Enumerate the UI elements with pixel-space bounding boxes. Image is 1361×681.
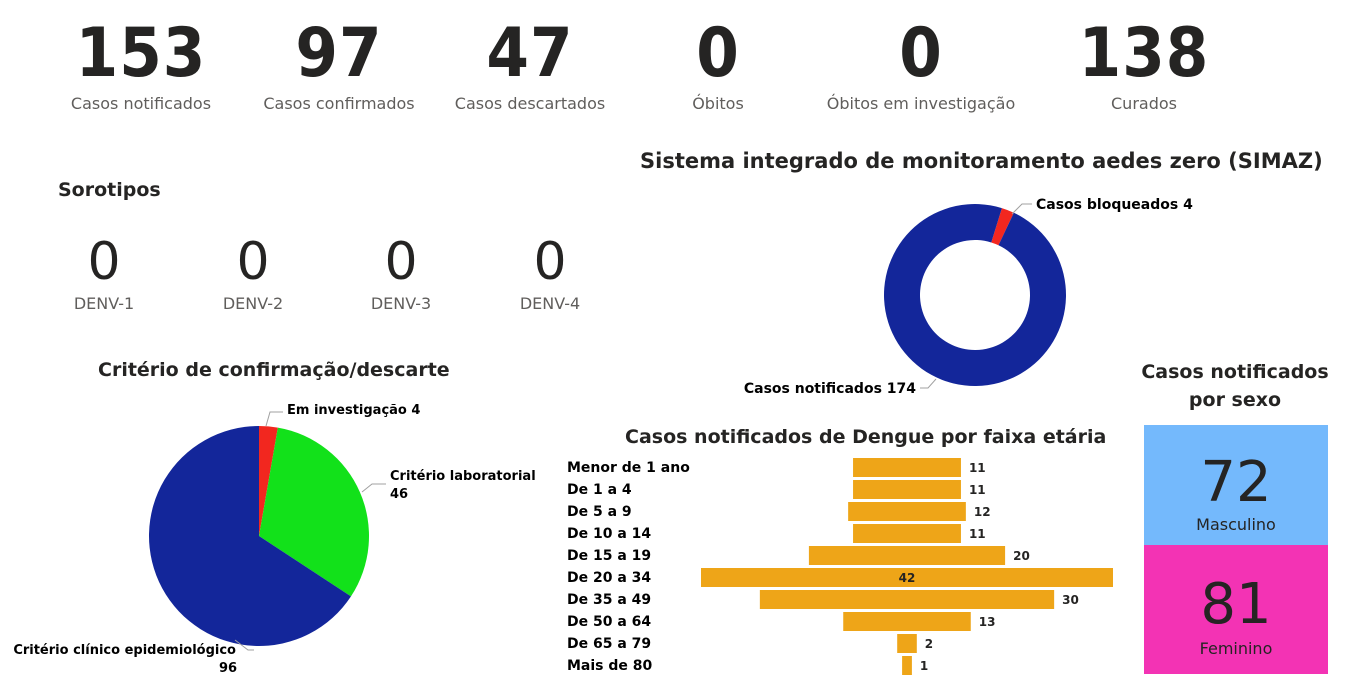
kpi-casos-confirmados: 97 Casos confirmados xyxy=(244,14,434,114)
bar-value-label: 1 xyxy=(920,659,928,673)
sorotipo-value: 0 xyxy=(87,232,121,292)
bar-de-10-a-14[interactable] xyxy=(853,524,961,543)
kpi-label: Casos notificados xyxy=(70,94,212,113)
simaz-chart-title: Sistema integrado de monitoramento aedes… xyxy=(640,149,1323,173)
sorotipo-label: DENV-4 xyxy=(519,294,581,313)
bar-value-label: 11 xyxy=(969,461,986,475)
sexo-title-line1: Casos notificados xyxy=(1141,361,1329,383)
bar-category-label: De 5 a 9 xyxy=(567,504,632,520)
sorotipo-label: DENV-1 xyxy=(73,294,135,313)
bar-mais-de-80[interactable] xyxy=(902,656,912,675)
pie-leader-line xyxy=(361,483,386,493)
sorotipo-value: 0 xyxy=(533,232,567,292)
kpi-casos-descartados: 47 Casos descartados xyxy=(435,14,625,114)
pie-data-label: Critério laboratorial xyxy=(390,469,536,484)
donut-data-label: Casos notificados 174 xyxy=(744,381,916,397)
kpi-label: Casos confirmados xyxy=(263,94,415,113)
donut-data-label: Casos bloqueados 4 xyxy=(1036,197,1193,213)
kpi-obitos: 0 Óbitos xyxy=(623,14,813,114)
faixa-etaria-bar-chart: Menor de 1 ano 11De 1 a 4 11De 5 a 9 12De 1… xyxy=(567,458,1113,675)
bar-de-5-a-9[interactable] xyxy=(848,502,966,521)
bar-category-label: De 50 a 64 xyxy=(567,614,651,630)
donut-leader-line xyxy=(1011,203,1032,215)
bar-value-label: 2 xyxy=(925,637,933,651)
donut-slice-casos-notificados[interactable] xyxy=(884,204,1066,386)
sorotipos-title: Sorotipos xyxy=(58,179,161,201)
masculino-value: 72 xyxy=(1200,450,1272,515)
bar-value-label: 11 xyxy=(969,483,986,497)
pie-data-label: 46 xyxy=(390,487,408,502)
bar-category-label: De 20 a 34 xyxy=(567,570,651,586)
sorotipo-denv-4: 0 DENV-4 xyxy=(490,232,610,316)
kpi-obitos-investigacao: 0 Óbitos em investigação xyxy=(811,14,1031,114)
kpi-value: 97 xyxy=(295,14,383,93)
sorotipo-value: 0 xyxy=(384,232,418,292)
kpi-value: 47 xyxy=(486,14,574,93)
kpi-value: 138 xyxy=(1078,14,1210,93)
kpi-value: 0 xyxy=(899,14,943,93)
bar-category-label: Mais de 80 xyxy=(567,658,653,674)
sexo-feminino-card: 81 Feminino xyxy=(1144,545,1328,674)
pie-data-label: Critério clínico epidemiológico xyxy=(13,643,236,658)
bar-de-1-a-4[interactable] xyxy=(853,480,961,499)
bar-category-label: De 35 a 49 xyxy=(567,592,651,608)
bar-de-15-a-19[interactable] xyxy=(808,546,1006,565)
feminino-value: 81 xyxy=(1200,572,1272,637)
bar-de-35-a-49[interactable] xyxy=(759,590,1055,609)
kpi-label: Casos descartados xyxy=(454,94,606,113)
pie-leader-line xyxy=(265,411,283,427)
kpi-curados: 138 Curados xyxy=(1049,14,1239,114)
pie-data-label: Em investigação 4 xyxy=(287,403,420,418)
bar-de-50-a-64[interactable] xyxy=(843,612,971,631)
bar-category-label: De 1 a 4 xyxy=(567,482,632,498)
sorotipo-label: DENV-3 xyxy=(370,294,432,313)
kpi-label: Óbitos xyxy=(692,94,744,113)
sorotipo-value: 0 xyxy=(236,232,270,292)
sorotipo-denv-2: 0 DENV-2 xyxy=(193,232,313,316)
bar-value-label: 11 xyxy=(969,527,986,541)
bar-value-label: 12 xyxy=(974,505,991,519)
bar-category-label: De 10 a 14 xyxy=(567,526,651,542)
bar-category-label: Menor de 1 ano xyxy=(567,460,690,476)
sexo-masculino-card: 72 Masculino xyxy=(1144,425,1328,545)
bar-category-label: De 65 a 79 xyxy=(567,636,651,652)
bar-category-label: De 15 a 19 xyxy=(567,548,651,564)
feminino-label: Feminino xyxy=(1199,639,1273,658)
kpi-label: Curados xyxy=(1111,94,1177,113)
donut-leader-line xyxy=(920,378,937,389)
sorotipo-denv-3: 0 DENV-3 xyxy=(341,232,461,316)
kpi-value: 0 xyxy=(696,14,740,93)
sorotipo-label: DENV-2 xyxy=(222,294,284,313)
sorotipo-denv-1: 0 DENV-1 xyxy=(44,232,164,316)
bar-de-65-a-79[interactable] xyxy=(897,634,917,653)
pie-data-label: 96 xyxy=(219,661,237,676)
sexo-title: Casos notificados por sexo xyxy=(1135,358,1335,414)
kpi-casos-notificados: 153 Casos notificados xyxy=(46,14,236,114)
kpi-label: Óbitos em investigação xyxy=(826,94,1016,113)
sexo-title-line2: por sexo xyxy=(1188,389,1282,411)
bar-value-label: 20 xyxy=(1013,549,1030,563)
kpi-value: 153 xyxy=(75,14,207,93)
bar-value-label: 30 xyxy=(1062,593,1079,607)
bar-value-label: 13 xyxy=(979,615,996,629)
bar-value-label: 42 xyxy=(899,571,916,585)
criterio-pie-chart: Em investigação 4 Critério laboratorial 46… xyxy=(13,403,536,676)
faixa-etaria-chart-title: Casos notificados de Dengue por faixa et… xyxy=(625,426,1107,448)
bar-menor-de-1-ano[interactable] xyxy=(853,458,961,477)
masculino-label: Masculino xyxy=(1196,515,1276,534)
